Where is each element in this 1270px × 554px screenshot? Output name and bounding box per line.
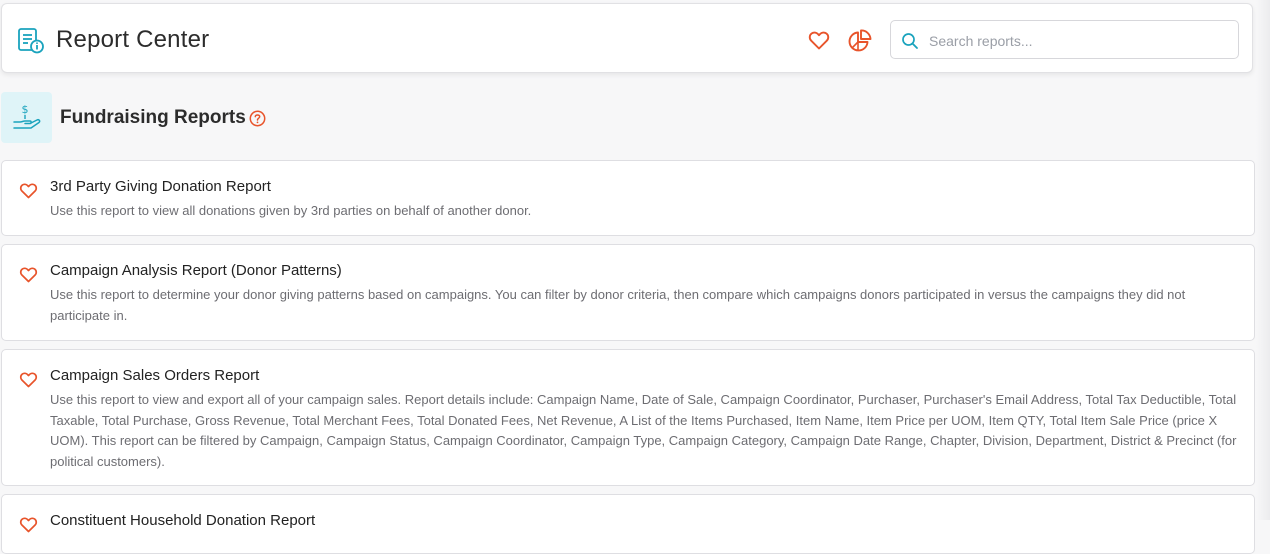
report-title[interactable]: 3rd Party Giving Donation Report (50, 178, 271, 195)
heart-icon[interactable] (807, 28, 831, 52)
report-card[interactable]: Campaign Sales Orders Report Use this re… (1, 349, 1255, 486)
report-description: Use this report to determine your donor … (50, 287, 1186, 323)
report-card[interactable]: Constituent Household Donation Report (1, 494, 1255, 554)
hand-dollar-icon: $ (1, 92, 52, 143)
svg-text:$: $ (22, 103, 29, 116)
search-box[interactable] (890, 20, 1239, 59)
search-input[interactable] (927, 27, 1231, 54)
search-icon (901, 32, 919, 50)
help-circle-icon[interactable] (249, 110, 266, 127)
report-card[interactable]: Campaign Analysis Report (Donor Patterns… (1, 244, 1255, 341)
section-title: Fundraising Reports (60, 107, 246, 128)
report-title[interactable]: Campaign Analysis Report (Donor Patterns… (50, 262, 342, 279)
report-list-icon (17, 27, 45, 55)
report-title[interactable]: Campaign Sales Orders Report (50, 367, 259, 384)
page-title: Report Center (56, 26, 210, 53)
report-description: Use this report to view and export all o… (50, 392, 1237, 469)
favorite-heart-icon[interactable] (19, 266, 38, 283)
report-description: Use this report to view all donations gi… (50, 203, 532, 218)
page-edge-shadow (1256, 0, 1270, 520)
favorite-heart-icon[interactable] (19, 182, 38, 199)
favorite-heart-icon[interactable] (19, 371, 38, 388)
report-card[interactable]: 3rd Party Giving Donation Report Use thi… (1, 160, 1255, 236)
report-title[interactable]: Constituent Household Donation Report (50, 512, 315, 529)
pie-chart-icon[interactable] (847, 28, 873, 54)
report-center-header: Report Center (1, 3, 1253, 73)
favorite-heart-icon[interactable] (19, 516, 38, 533)
